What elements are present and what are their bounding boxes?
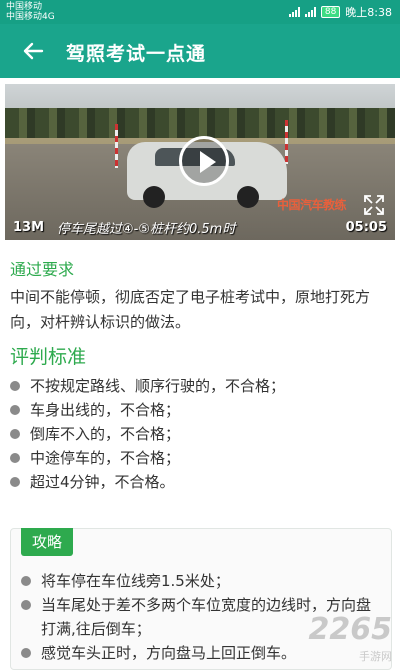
car-wheel xyxy=(143,186,165,208)
signal-icon xyxy=(304,7,316,17)
list-item: 中途停车的，不合格； xyxy=(10,446,285,470)
expand-icon xyxy=(364,195,384,215)
video-trees xyxy=(5,108,395,138)
bullet-icon xyxy=(10,429,20,439)
back-button[interactable] xyxy=(18,36,48,66)
tips-card: 攻略 将车停在车位线旁1.5米处； 当车尾处于差不多两个车位宽度的边线时，方向盘… xyxy=(10,528,392,670)
video-player[interactable]: 中国汽车教练 13M 停车尾越过④-⑤桩杆约0.5m时 05:05 xyxy=(5,84,395,240)
status-bar: 中国移动 中国移动4G 88 晚上8:38 xyxy=(0,0,400,24)
list-item: 将车停在车位线旁1.5米处； xyxy=(21,569,383,593)
stake-pole xyxy=(285,120,288,164)
car-wheel xyxy=(237,186,259,208)
site-watermark-sub: 手游网 xyxy=(359,650,392,663)
site-watermark-logo: 2265 xyxy=(308,612,393,647)
list-item: 不按规定路线、顺序行驶的，不合格； xyxy=(10,374,285,398)
carrier-1: 中国移动 xyxy=(6,2,43,12)
video-watermark: 中国汽车教练 xyxy=(277,198,347,212)
status-icons: 88 晚上8:38 xyxy=(288,4,392,20)
play-icon xyxy=(200,151,216,173)
video-size-label: 13M xyxy=(13,220,45,235)
clock: 晚上8:38 xyxy=(345,6,392,19)
arrow-left-icon xyxy=(23,42,44,60)
carrier-info: 中国移动 中国移动4G xyxy=(6,2,55,22)
section-title-requirements: 通过要求 xyxy=(10,260,75,279)
bullet-icon xyxy=(10,405,20,415)
bullet-icon xyxy=(10,453,20,463)
bullet-icon xyxy=(21,576,31,586)
requirements-text: 中间不能停顿，彻底否定了电子桩考试中，原地打死方向，对杆辨认标识的做法。 xyxy=(10,288,371,331)
list-item: 倒库不入的，不合格； xyxy=(10,422,285,446)
page-title: 驾照考试一点通 xyxy=(66,43,207,65)
bullet-icon xyxy=(10,477,20,487)
tips-tab: 攻略 xyxy=(21,528,73,556)
list-item: 超过4分钟，不合格。 xyxy=(10,470,285,494)
criteria-list: 不按规定路线、顺序行驶的，不合格； 车身出线的，不合格； 倒库不入的，不合格； … xyxy=(10,374,285,494)
stake-pole xyxy=(115,124,118,168)
video-subtitle: 停车尾越过④-⑤桩杆约0.5m时 xyxy=(57,222,236,237)
battery-icon: 88 xyxy=(320,6,341,18)
video-duration: 05:05 xyxy=(345,220,387,235)
bullet-icon xyxy=(21,648,31,658)
bullet-icon xyxy=(21,600,31,610)
carrier-2: 中国移动4G xyxy=(6,12,55,22)
fullscreen-button[interactable] xyxy=(363,194,385,216)
list-item: 车身出线的，不合格； xyxy=(10,398,285,422)
section-title-criteria: 评判标准 xyxy=(10,346,87,368)
app-bar: 驾照考试一点通 xyxy=(0,24,400,78)
play-button[interactable] xyxy=(179,136,229,186)
signal-icon xyxy=(288,7,300,17)
bullet-icon xyxy=(10,381,20,391)
